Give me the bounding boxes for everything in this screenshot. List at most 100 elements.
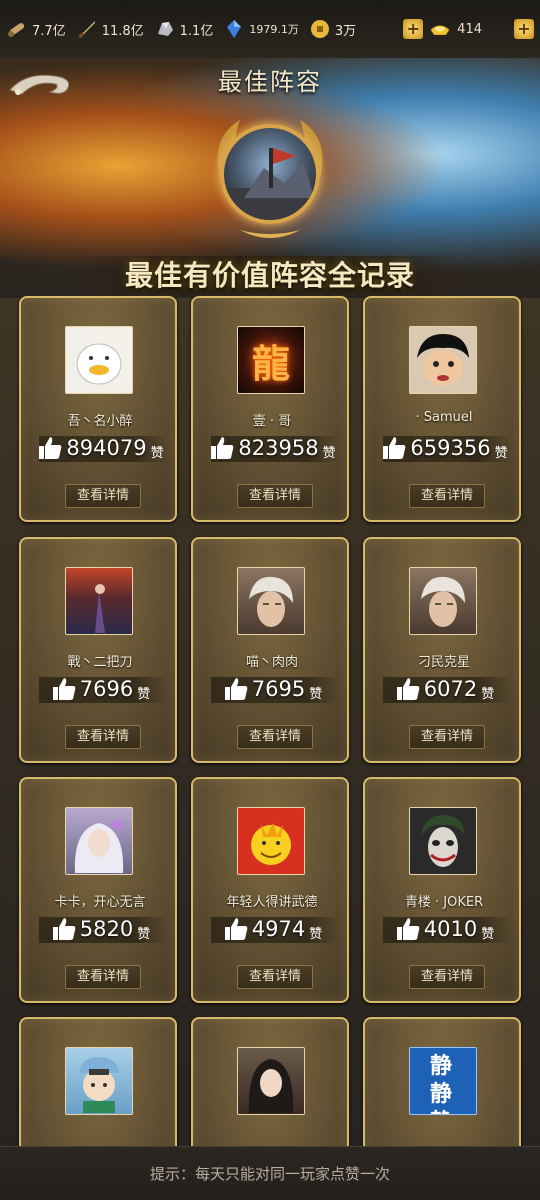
likes-count: 4974 (251, 917, 306, 941)
likes-row: 7695 赞 (193, 673, 351, 705)
ore-icon (154, 18, 176, 40)
resource-ore: 1.1亿 (154, 18, 214, 40)
gold-ingot-value: 414 (457, 21, 482, 37)
player-avatar[interactable] (65, 1047, 133, 1115)
thumbs-up-icon[interactable] (222, 675, 250, 703)
likes-count: 7695 (251, 677, 306, 701)
likes-row: 894079 赞 (21, 432, 179, 464)
thumbs-up-icon[interactable] (222, 915, 250, 943)
banner: 最佳阵容 最佳有价值阵容全记录 (0, 58, 540, 298)
thumbs-up-icon[interactable] (394, 915, 422, 943)
player-name: 壹 · 哥 (252, 414, 292, 429)
player-avatar[interactable] (237, 1047, 305, 1115)
crystal-icon (223, 18, 245, 40)
likes-count: 7696 (79, 677, 134, 701)
sword-value: 11.8亿 (101, 23, 144, 39)
ore-value: 1.1亿 (179, 23, 214, 39)
player-name: 戰丶二把刀 (67, 655, 133, 670)
view-details-button[interactable]: 查看详情 (65, 484, 141, 508)
likes-count: 823958 (238, 436, 319, 460)
likes-row: 659356 赞 (365, 432, 523, 464)
player-name: · Samuel (415, 410, 473, 425)
player-avatar[interactable] (409, 567, 477, 635)
likes-row: 6072 赞 (365, 673, 523, 705)
thumbs-up-icon[interactable] (208, 434, 236, 462)
avatar-text: 静 静 静 静 (429, 1048, 456, 1114)
lineup-card: 卡卡，开心无言 5820 赞 查看详情 (19, 777, 177, 1003)
lineup-card: 年轻人得讲武德 4974 赞 查看详情 (191, 777, 349, 1003)
view-details-button[interactable]: 查看详情 (409, 484, 485, 508)
player-avatar[interactable] (65, 567, 133, 635)
lineup-card: 静 静 静 静 (363, 1017, 521, 1146)
resource-bar: 7.7亿 11.8亿 1.1亿 1979.1万 3万 + 414 + (0, 0, 540, 58)
thumbs-up-icon[interactable] (380, 434, 408, 462)
player-name: 卡卡，开心无言 (54, 895, 146, 910)
likes-row: 4010 赞 (365, 913, 523, 945)
view-details-button[interactable]: 查看详情 (237, 965, 313, 989)
gold-ingot-icon (429, 18, 451, 40)
likes-unit: 赞 (309, 926, 323, 942)
likes-unit: 赞 (137, 686, 151, 702)
player-name: 吾丶名小醉 (67, 414, 133, 429)
view-details-button[interactable]: 查看详情 (65, 725, 141, 749)
likes-count: 4010 (423, 917, 478, 941)
view-details-button[interactable]: 查看详情 (409, 725, 485, 749)
sword-icon (76, 18, 98, 40)
player-avatar[interactable] (237, 567, 305, 635)
lineup-card: · Samuel 659356 赞 查看详情 (363, 296, 521, 522)
likes-unit: 赞 (494, 445, 508, 461)
likes-count: 6072 (423, 677, 478, 701)
lineup-card (191, 1017, 349, 1146)
coin-value: 3万 (334, 23, 357, 39)
add-gold-button[interactable]: + (514, 19, 534, 39)
player-avatar[interactable] (237, 807, 305, 875)
lineup-card: 戰丶二把刀 7696 赞 查看详情 (19, 537, 177, 763)
resource-scroll: 7.7亿 (6, 18, 66, 40)
add-coin-button[interactable]: + (403, 19, 424, 39)
resource-crystal: 1979.1万 (223, 18, 299, 40)
thumbs-up-icon[interactable] (50, 675, 78, 703)
crystal-value: 1979.1万 (249, 23, 299, 36)
resource-coin: 3万 (309, 18, 356, 40)
lineup-card: 喵丶肉肉 7695 赞 查看详情 (191, 537, 349, 763)
lineup-card: 吾丶名小醉 894079 赞 查看详情 (19, 296, 177, 522)
likes-unit: 赞 (137, 926, 151, 942)
footer-tip: 提示：每天只能对同一玩家点赞一次 (0, 1146, 540, 1200)
player-name: 刁民克星 (417, 655, 470, 670)
view-details-button[interactable]: 查看详情 (237, 725, 313, 749)
player-name: 青楼 · JOKER (404, 895, 484, 910)
thumbs-up-icon[interactable] (36, 434, 64, 462)
player-avatar[interactable] (65, 807, 133, 875)
lineup-grid: 吾丶名小醉 894079 赞 查看详情 龍 壹 · 哥 823958 赞 查看详… (0, 296, 540, 1146)
player-avatar[interactable] (409, 807, 477, 875)
lineup-card: 刁民克星 6072 赞 查看详情 (363, 537, 521, 763)
player-avatar[interactable] (409, 326, 477, 394)
thumbs-up-icon[interactable] (50, 915, 78, 943)
best-lineup-page: 7.7亿 11.8亿 1.1亿 1979.1万 3万 + 414 + 最佳阵容 … (0, 0, 540, 1200)
likes-count: 659356 (410, 436, 491, 460)
lineup-card: 青楼 · JOKER 4010 赞 查看详情 (363, 777, 521, 1003)
player-name: 喵丶肉肉 (245, 655, 298, 670)
page-subtitle: 最佳有价值阵容全记录 (124, 259, 415, 292)
scroll-icon (6, 18, 28, 40)
lineup-emblem (200, 108, 340, 248)
likes-unit: 赞 (481, 926, 495, 942)
page-title: 最佳阵容 (218, 68, 322, 96)
player-avatar[interactable]: 静 静 静 静 (409, 1047, 477, 1115)
resource-sword: 11.8亿 (76, 18, 144, 40)
likes-unit: 赞 (481, 686, 495, 702)
player-avatar[interactable] (65, 326, 133, 394)
view-details-button[interactable]: 查看详情 (65, 965, 141, 989)
emblem-battle-image (220, 124, 320, 224)
likes-row: 823958 赞 (193, 432, 351, 464)
view-details-button[interactable]: 查看详情 (409, 965, 485, 989)
view-details-button[interactable]: 查看详情 (237, 484, 313, 508)
lineup-card (19, 1017, 177, 1146)
likes-row: 4974 赞 (193, 913, 351, 945)
player-name: 年轻人得讲武德 (226, 895, 318, 910)
likes-unit: 赞 (150, 445, 164, 461)
player-avatar[interactable]: 龍 (237, 326, 305, 394)
likes-row: 5820 赞 (21, 913, 179, 945)
thumbs-up-icon[interactable] (394, 675, 422, 703)
likes-count: 894079 (66, 436, 147, 460)
